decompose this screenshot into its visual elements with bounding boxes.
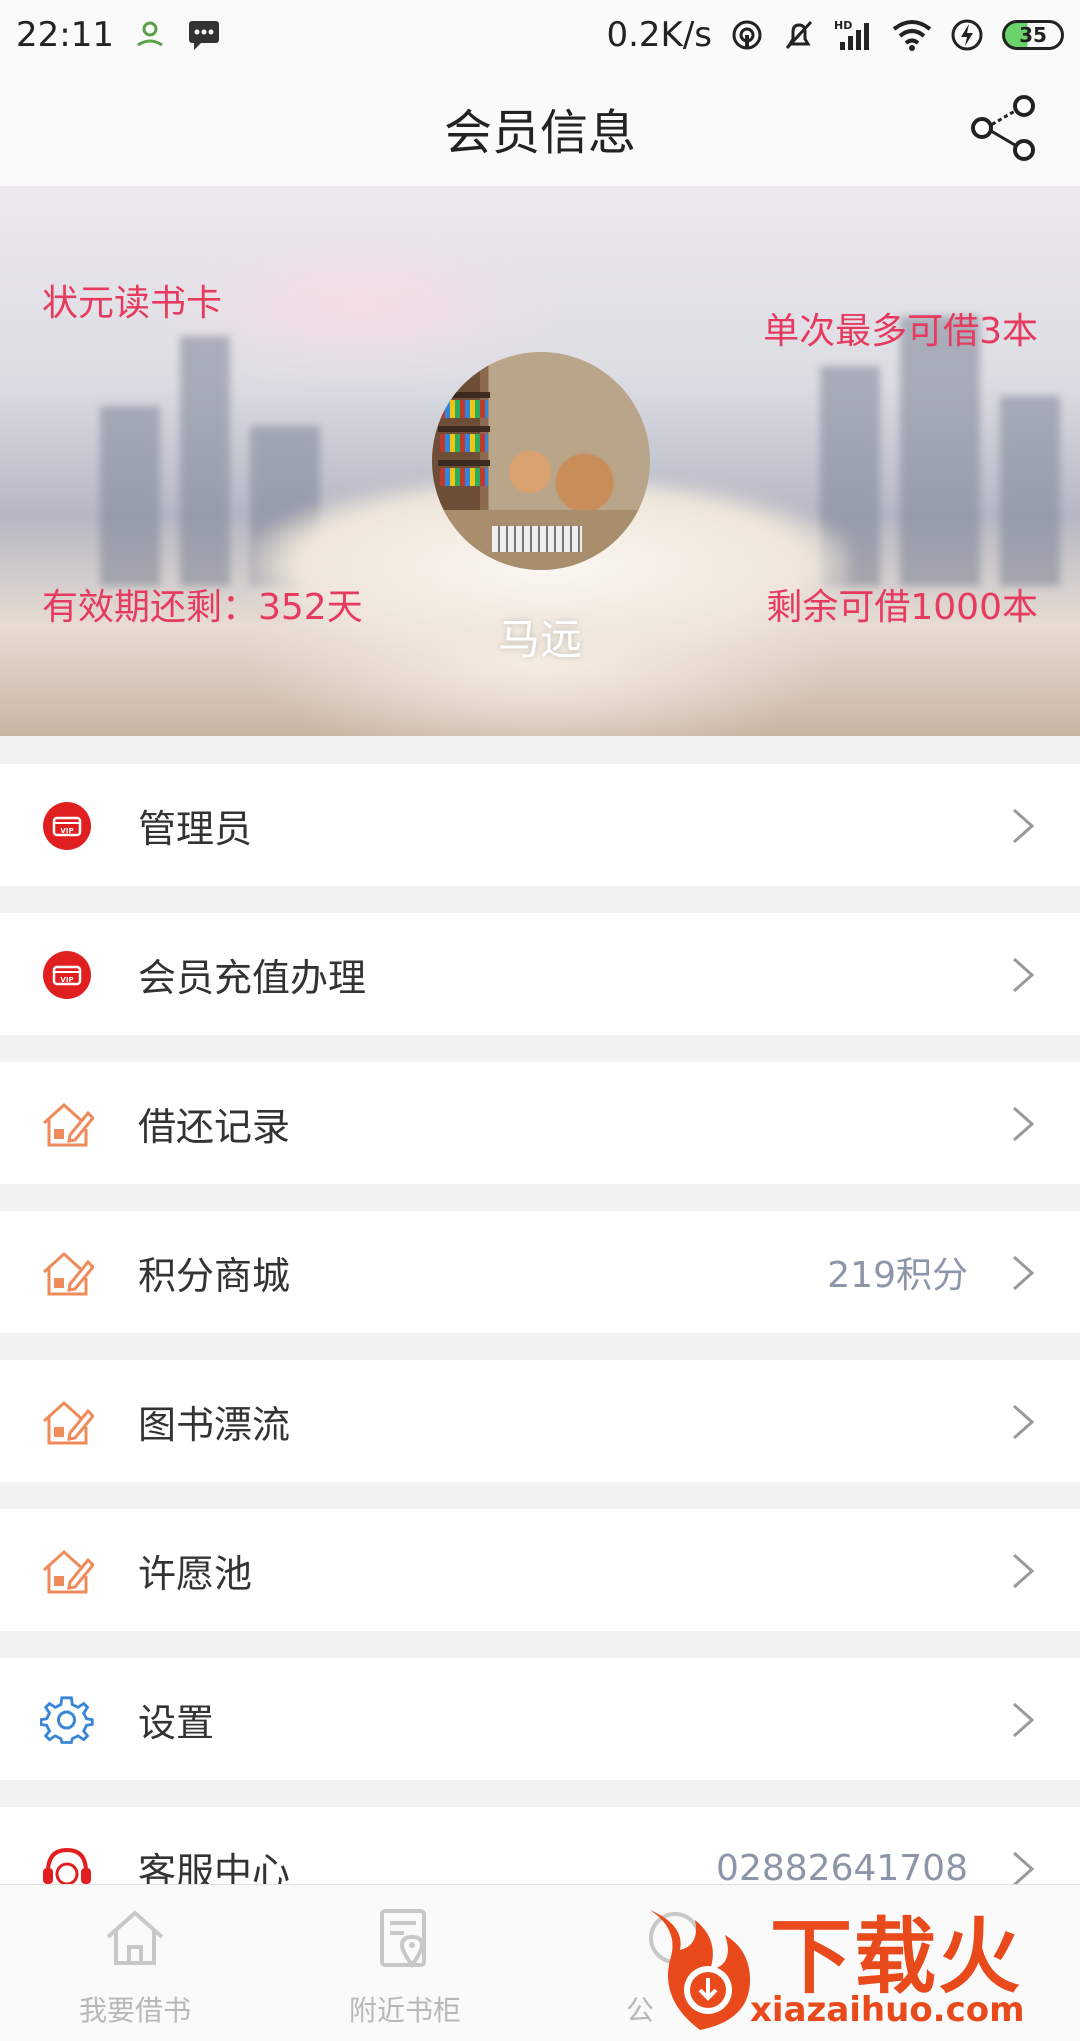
network-speed: 0.2K/s	[606, 15, 712, 55]
watermark-url: xiazaihuo.com	[750, 1990, 1025, 2030]
hotspot-icon	[730, 18, 764, 52]
location-doc-icon	[380, 1909, 426, 1969]
borrow-limit-label: 单次最多可借3本	[763, 311, 1038, 352]
background-building	[100, 406, 160, 586]
avatar-shelf	[438, 392, 490, 398]
points-value: 219积分	[827, 1255, 968, 1296]
share-icon	[971, 95, 1035, 161]
svg-text:VIP: VIP	[60, 976, 73, 984]
menu-label: 会员充值办理	[138, 955, 367, 1000]
avatar-shelf	[438, 460, 490, 466]
nav-label: 附近书柜	[348, 1994, 461, 2027]
house-pen-icon	[42, 1102, 94, 1147]
service-phone: 02882641708	[716, 1847, 968, 1889]
battery-indicator: 35	[1002, 20, 1064, 50]
vip-card-icon: VIP	[43, 802, 91, 850]
share-button[interactable]	[968, 92, 1040, 164]
card-type-label: 状元读书卡	[42, 283, 223, 324]
username: 马远	[497, 615, 582, 664]
flame-logo-icon	[650, 1910, 750, 2030]
nav-borrow[interactable]: 我要借书	[0, 1885, 270, 2041]
menu-label: 图书漂流	[138, 1402, 291, 1447]
mute-bell-icon	[782, 18, 816, 52]
app-notification-icon	[132, 17, 168, 53]
avatar-books	[440, 400, 488, 418]
menu-label: 积分商城	[138, 1253, 291, 1298]
menu-item-admin[interactable]: VIP 管理员	[0, 764, 1080, 886]
chevron-right-icon	[1013, 1702, 1035, 1738]
page-title: 会员信息	[443, 105, 636, 161]
svg-text:HD: HD	[834, 19, 852, 32]
chevron-right-icon	[1013, 1106, 1035, 1142]
chevron-right-icon	[1013, 1553, 1035, 1589]
avatar-book-stack	[492, 526, 582, 552]
message-icon	[186, 18, 222, 52]
menu-label: 管理员	[138, 806, 253, 851]
chevron-right-icon	[1013, 1404, 1035, 1440]
avatar-shelf	[438, 426, 490, 432]
avatar-books	[440, 434, 488, 452]
menu-item-wishing-pool[interactable]: 许愿池	[0, 1509, 1080, 1631]
menu-label: 许愿池	[138, 1551, 253, 1596]
watermark-logo: 下载火 xiazaihuo.com	[640, 1890, 1080, 2040]
svg-text:VIP: VIP	[60, 827, 73, 835]
avatar-books	[440, 468, 488, 486]
menu-label: 设置	[138, 1700, 215, 1745]
vip-card-icon: VIP	[43, 951, 91, 999]
menu-item-book-drift[interactable]: 图书漂流	[0, 1360, 1080, 1482]
background-building	[900, 316, 980, 586]
chevron-right-icon	[1013, 1255, 1035, 1291]
nav-label: 我要借书	[78, 1994, 191, 2027]
menu-label: 借还记录	[138, 1104, 291, 1149]
gear-icon	[40, 1696, 94, 1744]
house-pen-icon	[42, 1549, 94, 1594]
menu-item-borrow-records[interactable]: 借还记录	[0, 1062, 1080, 1184]
status-time: 22:11	[16, 15, 114, 55]
member-card-banner: 状元读书卡 单次最多可借3本 有效期还剩：352天 剩余可借1000本 马远	[0, 186, 1080, 736]
chevron-right-icon	[1013, 957, 1035, 993]
nav-nearby-cabinet[interactable]: 附近书柜	[270, 1885, 540, 2041]
menu-item-settings[interactable]: 设置	[0, 1658, 1080, 1780]
status-bar: 22:11 0.2K/s HD 35	[0, 0, 1080, 70]
signal-icon: HD	[834, 18, 874, 52]
menu-item-points-mall[interactable]: 积分商城 219积分	[0, 1211, 1080, 1333]
charging-icon	[950, 18, 984, 52]
chevron-right-icon	[1013, 808, 1035, 844]
house-pen-icon	[42, 1400, 94, 1445]
chevron-right-icon	[1013, 1851, 1035, 1887]
background-building	[180, 336, 230, 586]
menu-item-recharge[interactable]: VIP 会员充值办理	[0, 913, 1080, 1035]
app-header: 会员信息	[0, 70, 1080, 186]
background-building	[1000, 396, 1060, 586]
house-pen-icon	[42, 1251, 94, 1296]
wifi-icon	[892, 19, 932, 51]
avatar[interactable]	[432, 352, 650, 570]
home-icon	[106, 1910, 164, 1965]
